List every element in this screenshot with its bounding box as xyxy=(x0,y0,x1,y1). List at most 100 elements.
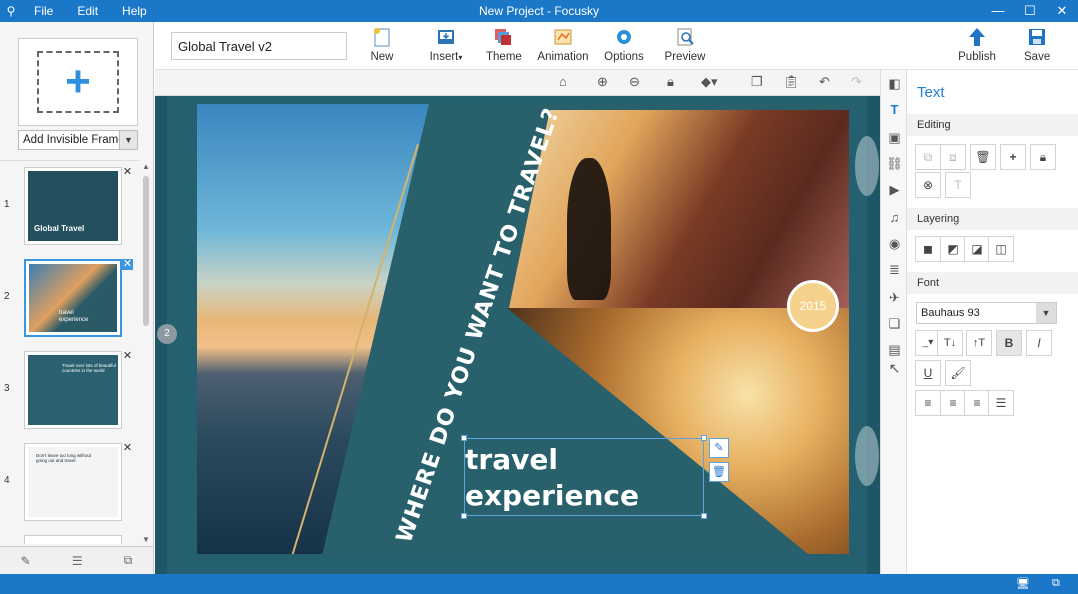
publish-button[interactable]: Publish xyxy=(958,26,996,63)
year-badge[interactable]: 2015 xyxy=(787,280,839,332)
editor-canvas[interactable]: 2 2015 WHERE DO YOU WANT TO TRAVEL? trav… xyxy=(155,96,880,574)
zoom-out-icon[interactable]: ⊖ xyxy=(629,74,640,90)
insert-button[interactable]: Insert▾ xyxy=(427,26,465,63)
minimize-button[interactable]: — xyxy=(982,0,1014,22)
object-icon-strip: ◧ T ▣ ⛓ ▶ ♫ ◉ ≣ ✈ ❏ ▤ ↖ xyxy=(880,70,907,574)
thumbnail-row[interactable]: 3 Travel over lots of beautiful countrie… xyxy=(0,345,140,431)
chevron-down-icon[interactable]: ▼ xyxy=(119,131,137,149)
close-icon[interactable]: ✕ xyxy=(122,443,133,454)
compass-icon[interactable]: ◉ xyxy=(881,236,908,252)
close-icon[interactable]: ✕ xyxy=(122,351,133,362)
save-button[interactable]: Save xyxy=(1024,26,1050,63)
shapes-icon[interactable]: ◧ xyxy=(881,76,908,92)
bold-button[interactable]: B xyxy=(996,330,1022,356)
increase-font-icon[interactable]: ↑T xyxy=(966,330,992,356)
text-line-1: travel xyxy=(465,443,558,476)
send-to-back-icon[interactable]: ◫ xyxy=(988,236,1014,262)
underline-button[interactable]: U xyxy=(915,360,941,386)
text-tool-icon[interactable]: T xyxy=(881,102,908,117)
close-icon[interactable]: ✕ xyxy=(122,259,133,270)
resize-handle[interactable] xyxy=(461,513,467,519)
link-icon[interactable]: ⛓ xyxy=(881,156,908,172)
bring-forward-icon[interactable]: ◩ xyxy=(940,236,966,262)
copy-icon[interactable]: ❐ xyxy=(751,74,763,90)
align-right-icon[interactable]: ≡ xyxy=(964,390,990,416)
italic-button[interactable]: I xyxy=(1026,330,1052,356)
font-family-select[interactable]: Bauhaus 93 ▼ xyxy=(916,302,1057,324)
scrollbar-thumb[interactable] xyxy=(143,176,149,326)
close-button[interactable]: ✕ xyxy=(1046,0,1078,22)
frame-settings-icon[interactable]: ⧉ xyxy=(124,553,133,568)
trash-icon[interactable]: 🗑︎ xyxy=(970,144,996,170)
thumbnail-frame-3[interactable]: Travel over lots of beautiful countries … xyxy=(24,351,122,429)
new-button[interactable]: New xyxy=(369,26,395,63)
close-icon[interactable]: ✕ xyxy=(122,167,133,178)
layers-stack-icon[interactable]: ≣ xyxy=(881,262,908,278)
decrease-font-icon[interactable]: T↓ xyxy=(937,330,963,356)
image-icon[interactable]: ▣ xyxy=(881,130,908,146)
align-justify-icon[interactable]: ☰ xyxy=(988,390,1014,416)
thumbnail-row[interactable]: 1 Global Travel ✕ xyxy=(0,161,140,247)
animation-button[interactable]: Animation xyxy=(537,26,589,63)
align-center-icon[interactable]: ≡ xyxy=(940,390,966,416)
options-button[interactable]: Options xyxy=(603,26,645,63)
delete-icon[interactable]: 🗑︎ xyxy=(709,462,729,482)
edit-frame-icon[interactable]: ✎ xyxy=(21,554,31,568)
frame-type-select[interactable]: Add Invisible Frame ▼ xyxy=(18,130,138,150)
fill-color-icon[interactable]: ◆▾ xyxy=(701,74,718,90)
resize-handle[interactable] xyxy=(461,435,467,441)
send-backward-icon[interactable]: ◪ xyxy=(964,236,990,262)
layout-icon[interactable]: ▤ xyxy=(881,342,908,358)
frame-list-icon[interactable]: ☰ xyxy=(72,554,83,568)
theme-button[interactable]: Theme xyxy=(486,26,522,63)
thumbnail-frame-4[interactable]: Don't leave too long without going out a… xyxy=(24,443,122,521)
project-title-input[interactable] xyxy=(171,32,347,60)
slide-frame[interactable]: 2015 WHERE DO YOU WANT TO TRAVEL? travel… xyxy=(197,104,849,554)
scroll-up-icon[interactable]: ▲ xyxy=(141,162,151,171)
lock-icon[interactable]: 🔒︎ xyxy=(667,74,674,90)
home-icon[interactable]: ⌂ xyxy=(559,74,567,89)
thumbnail-frame-1[interactable]: Global Travel xyxy=(24,167,122,245)
maximize-button[interactable]: ☐ xyxy=(1014,0,1046,22)
lock-icon[interactable]: 🔒︎ xyxy=(1030,144,1056,170)
selected-text-box[interactable]: travel experience xyxy=(461,435,707,519)
wheat-field-photo[interactable] xyxy=(507,308,849,554)
ungroup-icon[interactable]: ⧈ xyxy=(940,144,966,170)
zoom-in-icon[interactable]: ⊕ xyxy=(597,74,608,90)
align-left-icon[interactable]: ≡ xyxy=(915,390,941,416)
frame-marker[interactable]: 2 xyxy=(157,324,177,344)
canvas-scroll-knob[interactable] xyxy=(855,426,879,486)
preview-button[interactable]: Preview xyxy=(664,26,706,63)
menu-edit[interactable]: Edit xyxy=(65,4,110,18)
redo-icon[interactable]: ↷ xyxy=(851,74,862,90)
menu-file[interactable]: File xyxy=(22,4,65,18)
music-icon[interactable]: ♫ xyxy=(881,210,908,225)
group-icon[interactable]: ⧉ xyxy=(915,144,941,170)
copy-frame-icon[interactable]: ❏ xyxy=(881,316,908,332)
chevron-down-icon[interactable]: ▼ xyxy=(1036,303,1056,323)
video-icon[interactable]: ▶ xyxy=(881,182,908,198)
add-frame-button[interactable]: + xyxy=(18,38,138,126)
thumbnail-row[interactable]: 4 Don't leave too long without going out… xyxy=(0,437,140,523)
undo-icon[interactable]: ↶ xyxy=(819,74,830,90)
format-painter-icon[interactable]: 🖌︎ xyxy=(945,360,971,386)
airplane-icon[interactable]: ✈ xyxy=(881,290,908,306)
clear-icon[interactable]: ⊗ xyxy=(915,172,941,198)
thumbnail-row[interactable]: 2 travel experience ✕ xyxy=(0,253,140,339)
thumbnail-frame-2[interactable]: travel experience xyxy=(24,259,122,337)
canvas-scroll-knob[interactable] xyxy=(855,136,879,196)
add-icon[interactable]: + xyxy=(1000,144,1026,170)
window-mode-icon[interactable]: ⧉ xyxy=(1052,577,1060,590)
scroll-down-icon[interactable]: ▼ xyxy=(141,535,151,544)
thumbnail-scrollbar[interactable]: ▲ ▼ xyxy=(141,162,151,544)
resize-handle[interactable] xyxy=(701,513,707,519)
bring-to-front-icon[interactable]: ◼ xyxy=(915,236,941,262)
menu-help[interactable]: Help xyxy=(110,4,159,18)
screen-icon[interactable]: 🖥︎ xyxy=(1016,577,1030,590)
edit-text-icon[interactable]: ✎ xyxy=(709,438,729,458)
text-style-icon[interactable]: T xyxy=(945,172,971,198)
thumbnail-frame-5[interactable] xyxy=(24,535,122,544)
resize-handle[interactable] xyxy=(701,435,707,441)
paste-icon[interactable]: 📋︎ xyxy=(783,74,800,90)
thumbnail-row[interactable] xyxy=(0,529,140,544)
